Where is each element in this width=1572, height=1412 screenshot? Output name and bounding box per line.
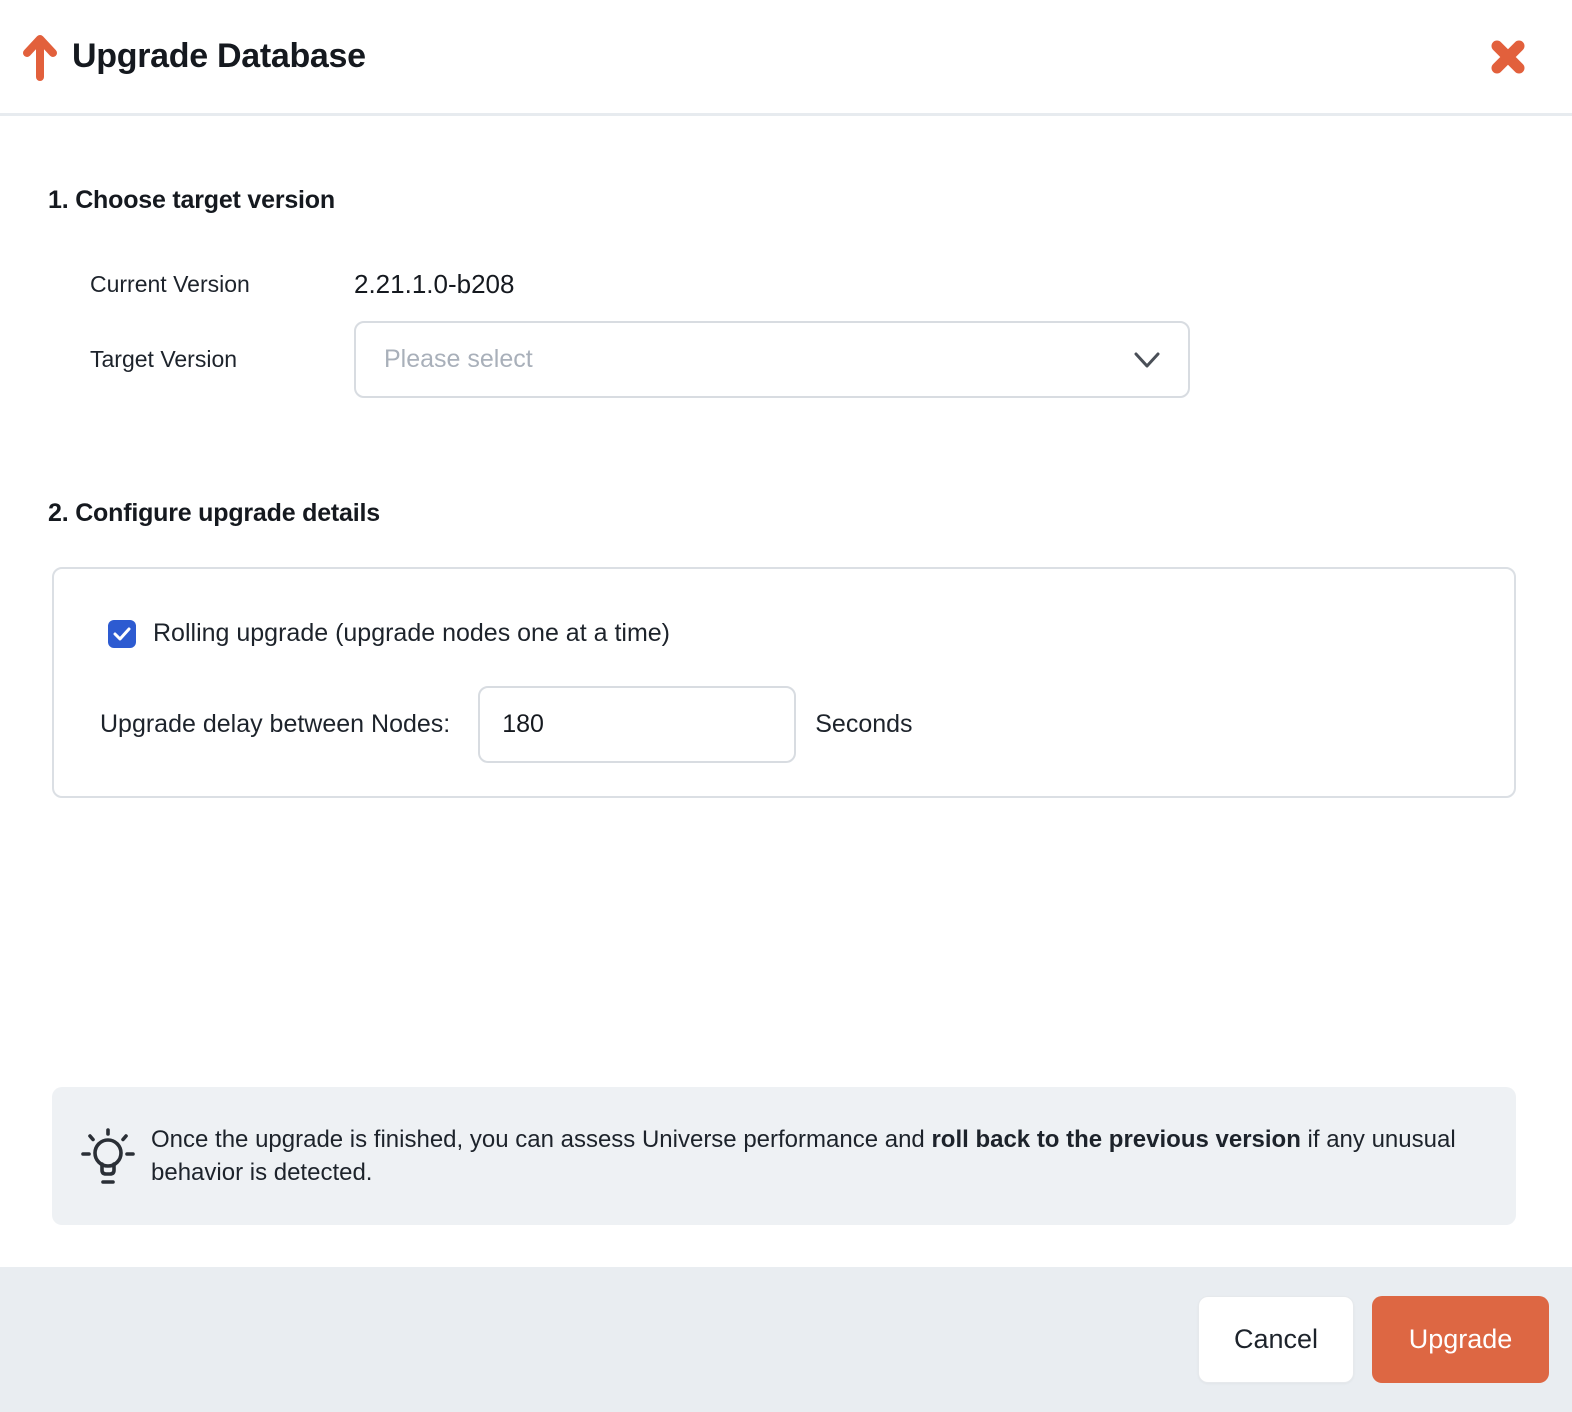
section-heading-choose-version: 1. Choose target version — [48, 186, 1516, 215]
target-version-label: Target Version — [90, 346, 354, 373]
current-version-value: 2.21.1.0-b208 — [354, 269, 514, 300]
modal-header: Upgrade Database — [0, 0, 1572, 116]
chevron-down-icon — [1134, 352, 1160, 368]
target-version-row: Target Version Please select — [90, 321, 1516, 398]
upgrade-delay-input[interactable] — [478, 686, 796, 763]
rolling-upgrade-label[interactable]: Rolling upgrade (upgrade nodes one at a … — [153, 619, 670, 648]
close-x-icon — [1489, 38, 1527, 76]
upgrade-button[interactable]: Upgrade — [1372, 1296, 1549, 1383]
section-heading-configure: 2. Configure upgrade details — [48, 499, 1516, 528]
upgrade-delay-row: Upgrade delay between Nodes: Seconds — [100, 686, 1514, 763]
lightbulb-icon — [78, 1126, 138, 1186]
modal-title: Upgrade Database — [72, 37, 366, 76]
target-version-placeholder: Please select — [384, 345, 1134, 374]
modal-footer: Cancel Upgrade — [0, 1267, 1572, 1412]
configure-upgrade-panel: Rolling upgrade (upgrade nodes one at a … — [52, 567, 1516, 798]
info-banner: Once the upgrade is finished, you can as… — [52, 1087, 1516, 1225]
current-version-row: Current Version 2.21.1.0-b208 — [90, 263, 1516, 305]
info-banner-text: Once the upgrade is finished, you can as… — [151, 1123, 1476, 1189]
upgrade-up-arrow-icon — [22, 33, 58, 81]
current-version-label: Current Version — [90, 271, 354, 298]
close-button[interactable] — [1486, 35, 1530, 79]
target-version-select[interactable]: Please select — [354, 321, 1190, 398]
rolling-upgrade-checkbox[interactable] — [108, 620, 136, 648]
rolling-upgrade-row: Rolling upgrade (upgrade nodes one at a … — [108, 619, 1514, 648]
cancel-button[interactable]: Cancel — [1198, 1296, 1354, 1383]
modal-body: 1. Choose target version Current Version… — [0, 116, 1572, 1267]
info-text-bold: roll back to the previous version — [931, 1126, 1300, 1153]
upgrade-delay-unit: Seconds — [815, 710, 912, 739]
info-text-before: Once the upgrade is finished, you can as… — [151, 1126, 931, 1153]
checkmark-icon — [113, 627, 131, 641]
upgrade-delay-label: Upgrade delay between Nodes: — [100, 710, 450, 739]
